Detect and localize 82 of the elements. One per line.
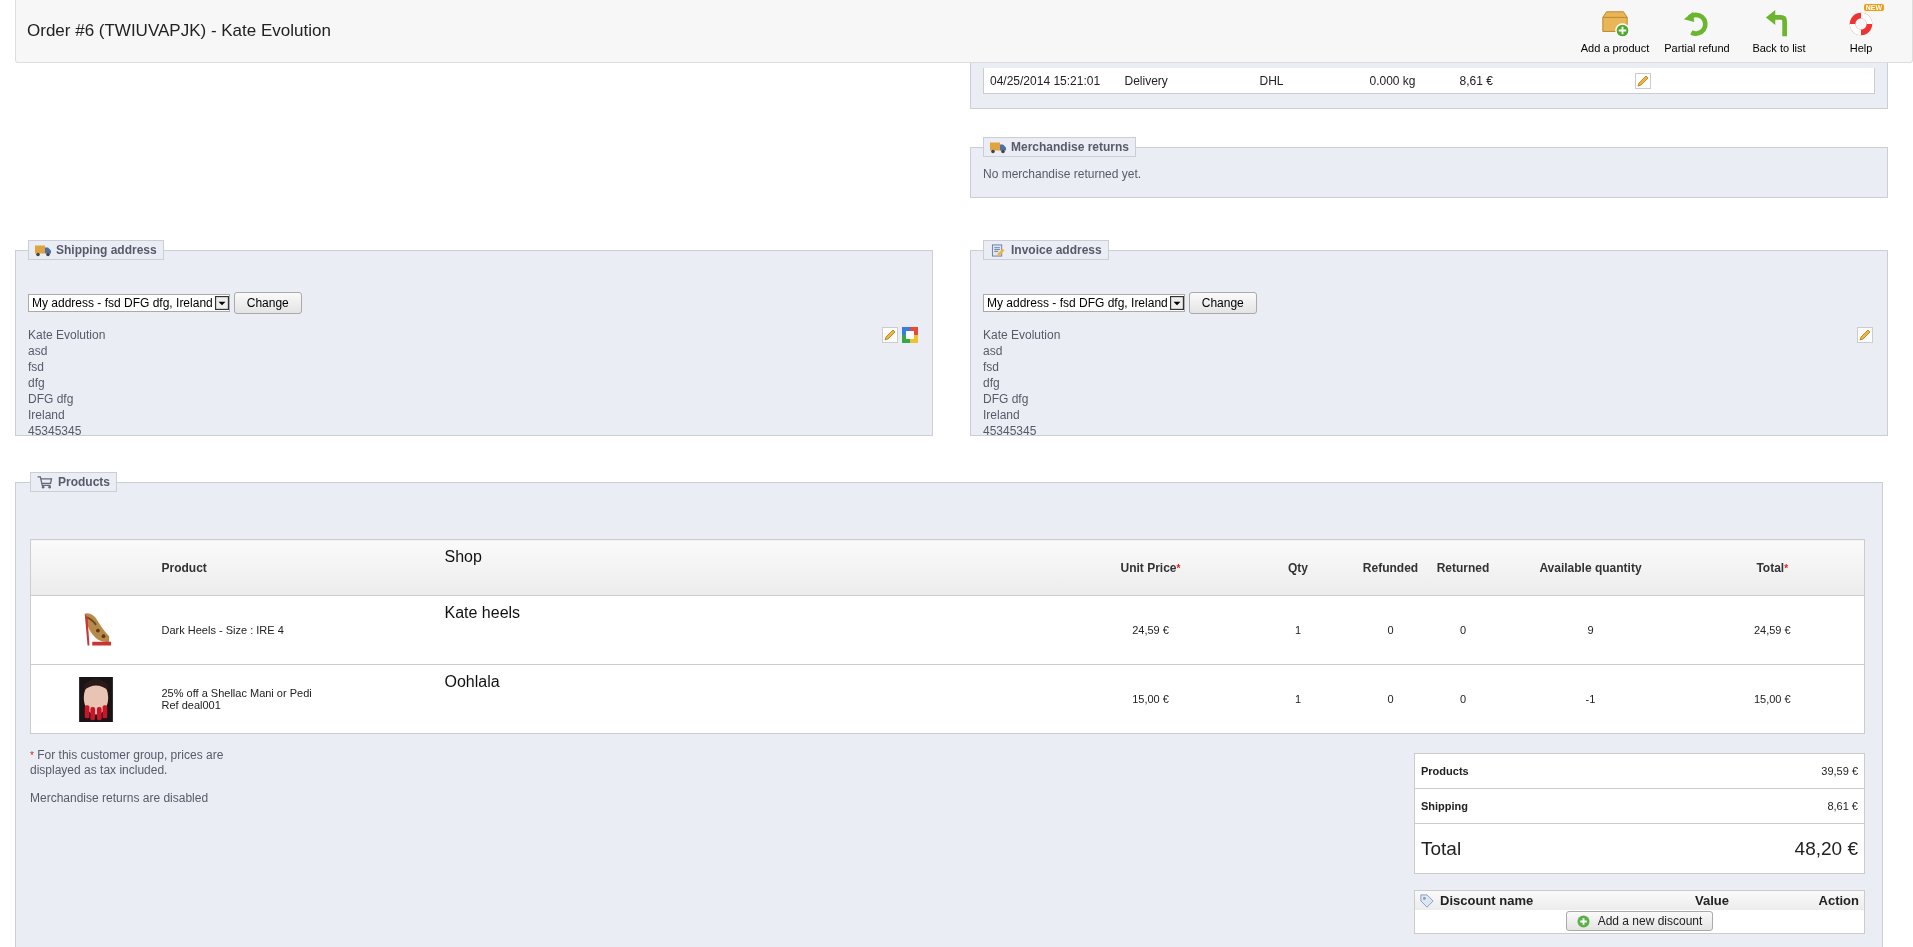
column-header: Product xyxy=(160,539,444,596)
total-label: Total xyxy=(1421,837,1462,859)
table-cell: 1 xyxy=(1294,693,1302,705)
address-line: Ireland xyxy=(983,407,1021,423)
table-cell: DHL xyxy=(1253,68,1364,94)
column-header: Total* xyxy=(1680,539,1865,596)
table-cell: -1 xyxy=(1585,693,1596,705)
map-icon[interactable] xyxy=(902,327,918,343)
column-header: Qty xyxy=(1240,539,1356,596)
table-cell: 0 xyxy=(1387,624,1394,636)
tax-footnote: * For this customer group, prices are displayed as tax included. xyxy=(30,748,225,778)
address-line: Kate Evolution xyxy=(28,327,106,343)
column-header: Shop xyxy=(443,539,1061,596)
product-name: Dark Heels - Size : IRE 4 xyxy=(161,624,285,636)
address-line: fsd xyxy=(28,359,45,375)
panel-legend: Merchandise returns xyxy=(983,137,1137,157)
address-line: 45345345 xyxy=(983,423,1038,439)
address-select[interactable]: My address - fsd DFG dfg, Ireland xyxy=(983,294,1185,312)
total-value: 8,61 € xyxy=(1827,800,1858,812)
address-line: DFG dfg xyxy=(983,391,1030,407)
column-header: Action xyxy=(1817,893,1859,908)
address-line: fsd xyxy=(983,359,1000,375)
table-cell: 0.000 kg xyxy=(1363,68,1454,94)
table-cell: 15,00 € xyxy=(1132,693,1169,705)
address-line: dfg xyxy=(983,375,1001,391)
table-cell: 24,59 € xyxy=(1132,624,1169,636)
truck-icon xyxy=(990,140,1006,154)
table-cell: 8,61 € xyxy=(1453,68,1629,94)
page-title: Order #6 (TWIUVAPJK) - Kate Evolution xyxy=(26,21,331,41)
panel-legend: Invoice address xyxy=(983,240,1109,260)
table-cell: 15,00 € xyxy=(1753,693,1791,705)
address-line: asd xyxy=(28,343,49,359)
address-select[interactable]: My address - fsd DFG dfg, Ireland xyxy=(28,294,230,312)
address-line: dfg xyxy=(28,375,46,391)
product-reference: Ref deal001 xyxy=(161,699,222,711)
table-cell: 0 xyxy=(1459,624,1467,636)
table-cell: 24,59 € xyxy=(1753,624,1791,636)
column-header: Unit Price* xyxy=(1060,539,1241,596)
add-discount-button[interactable]: Add a new discount xyxy=(1565,911,1714,931)
returns-message: No merchandise returned yet. xyxy=(983,166,1143,183)
pencil-edit-icon[interactable] xyxy=(1634,72,1651,89)
dropdown-caret-icon xyxy=(1169,296,1184,310)
table-cell: 04/25/2014 15:21:01 xyxy=(983,68,1119,94)
total-value: 39,59 € xyxy=(1821,765,1858,777)
table-cell: Delivery xyxy=(1118,68,1254,94)
pencil-edit-icon[interactable] xyxy=(1857,327,1873,343)
pencil-edit-icon[interactable] xyxy=(882,327,898,343)
total-value: 48,20 € xyxy=(1794,837,1858,859)
column-header: Available quantity xyxy=(1500,539,1681,596)
address-line: asd xyxy=(983,343,1004,359)
toolbar-button[interactable]: Back to list xyxy=(1742,8,1816,54)
product-name: 25% off a Shellac Mani or Pedi xyxy=(161,687,313,699)
panel-legend: Shipping address xyxy=(28,240,164,260)
toolbar-button[interactable]: Partial refund xyxy=(1660,8,1734,54)
address-line: Kate Evolution xyxy=(983,327,1061,343)
column-header: Value xyxy=(1695,893,1730,908)
shop-name: Kate heels xyxy=(444,604,521,621)
toolbar-button[interactable]: Add a product xyxy=(1578,8,1652,54)
change-button[interactable]: Change xyxy=(233,292,302,314)
column-header: Discount name xyxy=(1440,893,1535,908)
change-button[interactable]: Change xyxy=(1188,292,1257,314)
dropdown-caret-icon xyxy=(214,296,229,310)
table-cell: 0 xyxy=(1387,693,1394,705)
address-line: DFG dfg xyxy=(28,391,75,407)
table-cell: 0 xyxy=(1459,693,1467,705)
plus-icon xyxy=(1576,914,1590,928)
truck-icon xyxy=(35,243,51,257)
document-edit-icon xyxy=(990,243,1006,257)
total-label: Products xyxy=(1421,765,1469,777)
address-line: 45345345 xyxy=(28,423,83,439)
table-cell: 9 xyxy=(1587,624,1594,636)
box-add-icon xyxy=(1600,8,1630,38)
panel-legend: Products xyxy=(30,472,117,492)
tag-icon xyxy=(1420,893,1434,908)
cart-icon xyxy=(37,475,53,489)
address-line: Ireland xyxy=(28,407,66,423)
shop-name: Oohlala xyxy=(444,673,500,690)
returns-note: Merchandise returns are disabled xyxy=(30,791,210,806)
total-label: Shipping xyxy=(1421,800,1469,812)
column-header: Refunded xyxy=(1355,539,1426,596)
table-cell: 1 xyxy=(1294,624,1302,636)
column-header: Returned xyxy=(1425,539,1501,596)
